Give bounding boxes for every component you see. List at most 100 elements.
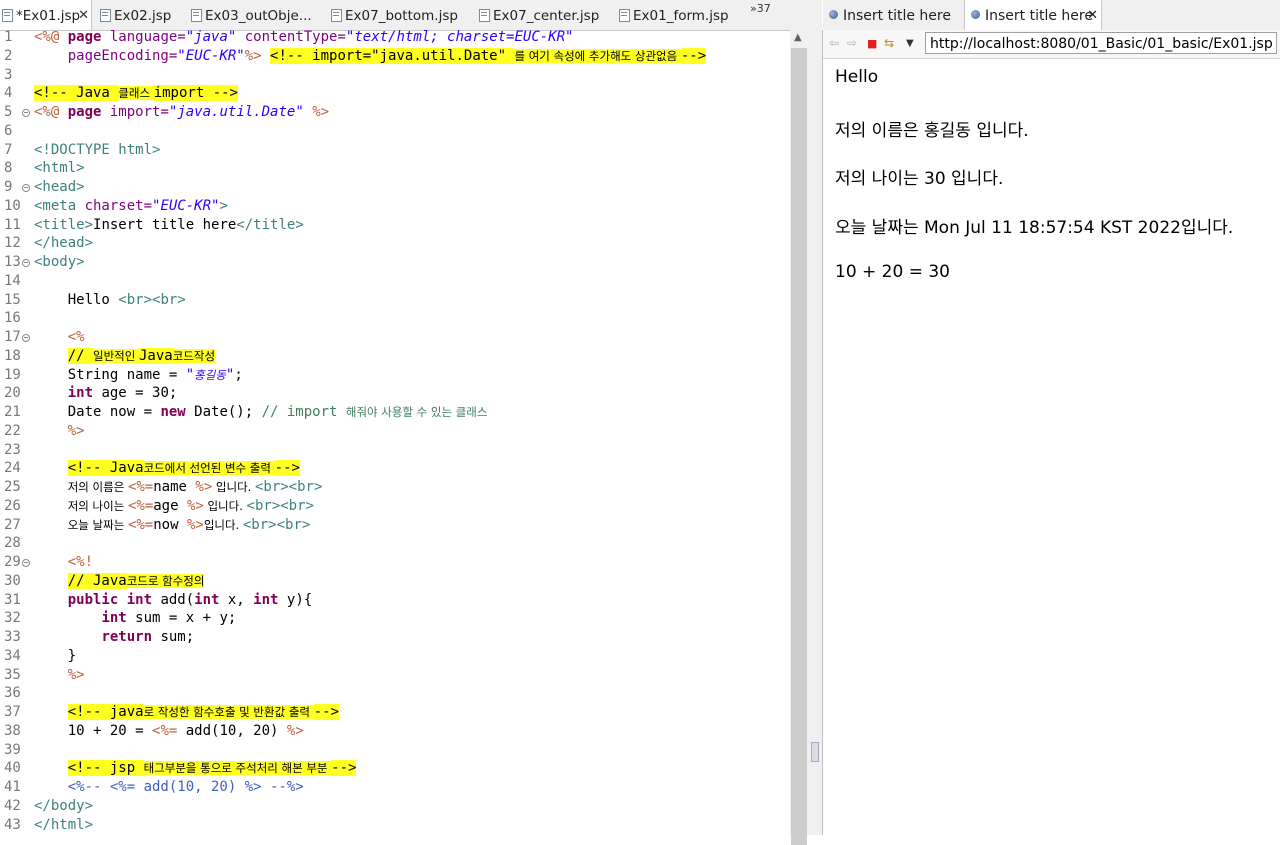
code-line[interactable]: 7 <!DOCTYPE html> — [0, 141, 790, 160]
code-token: %> — [67, 422, 85, 439]
code-line[interactable]: 6 — [0, 122, 790, 141]
line-number: 41 — [4, 779, 21, 795]
code-line[interactable]: 17 <% — [0, 328, 790, 347]
fold-toggle-icon[interactable] — [22, 184, 30, 192]
code-line[interactable]: 31 public int add(int x, int y){ — [0, 591, 790, 610]
code-line[interactable]: 15 Hello <br><br> — [0, 291, 790, 310]
code-line[interactable]: 14 — [0, 272, 790, 291]
code-line[interactable]: 18 // 일반적인 Java코드작성 — [0, 347, 790, 366]
code-line[interactable]: 43 </html> — [0, 816, 790, 835]
code-text: 오늘 날짜는 <%=now %>입니다. <br><br> — [34, 516, 311, 535]
code-line[interactable]: 21 Date now = new Date(); // import 해줘야 … — [0, 403, 790, 422]
code-line[interactable]: 9 <head> — [0, 178, 790, 197]
jsp-file-icon — [479, 9, 490, 22]
tab-label: Ex01_form.jsp — [633, 8, 729, 24]
line-number: 23 — [4, 441, 21, 458]
code-line[interactable]: 38 10 + 20 = <%= add(10, 20) %> — [0, 722, 790, 741]
browser-tab-2[interactable]: Insert title here ✕ — [964, 0, 1102, 30]
fold-toggle-icon[interactable] — [22, 559, 30, 567]
code-line[interactable]: 34 } — [0, 647, 790, 666]
code-line[interactable]: 28 — [0, 534, 790, 553]
code-line[interactable]: 20 int age = 30; — [0, 384, 790, 403]
stop-icon[interactable]: ■ — [867, 35, 877, 53]
code-token: import= — [109, 104, 169, 120]
tab-overflow-button[interactable]: »37 — [750, 2, 771, 15]
code-line[interactable]: 35 %> — [0, 666, 790, 685]
code-line[interactable]: 13 <body> — [0, 253, 790, 272]
url-field[interactable]: http://localhost:8080/01_Basic/01_basic/… — [925, 32, 1277, 54]
code-text: return sum; — [34, 628, 194, 647]
forward-arrow-icon[interactable]: ⇨ — [847, 34, 857, 52]
code-line[interactable]: 30 // Java코드로 함수정의 — [0, 572, 790, 591]
scroll-up-arrow-icon[interactable]: ▲ — [794, 32, 802, 43]
tab-ex07-bottom[interactable]: Ex07_bottom.jsp — [329, 0, 458, 30]
code-line[interactable]: 22 %> — [0, 422, 790, 441]
code-line[interactable]: 19 String name = "홍길동"; — [0, 366, 790, 385]
fold-toggle-icon[interactable] — [22, 109, 30, 117]
code-line[interactable]: 1 <%@ page language="java" contentType="t… — [0, 28, 790, 47]
line-number: 21 — [4, 404, 21, 420]
code-line[interactable]: 36 — [0, 684, 790, 703]
code-editor[interactable]: *Ex01.jsp ✕ Ex02.jsp Ex03_outObje... Ex0… — [0, 0, 823, 845]
code-line[interactable]: 25 저의 이름은 <%=name %> 입니다. <br><br> — [0, 478, 790, 497]
code-token: 코드작성 — [172, 348, 216, 363]
code-line[interactable]: 40 <!-- jsp 태그부분을 통으로 주석처리 해본 부분 --> — [0, 759, 790, 778]
code-line[interactable]: 8 <html> — [0, 159, 790, 178]
code-line[interactable]: 5 <%@ page import="java.util.Date" %> — [0, 103, 790, 122]
output-sum: 10 + 20 = 30 — [835, 262, 950, 282]
code-area[interactable]: 1 <%@ page language="java" contentType="t… — [0, 28, 790, 835]
line-number: 43 — [4, 816, 21, 833]
close-tab-icon[interactable]: ✕ — [1087, 0, 1098, 32]
code-line[interactable]: 10 <meta charset="EUC-KR"> — [0, 197, 790, 216]
code-line[interactable]: 3 — [0, 66, 790, 85]
fold-toggle-icon[interactable] — [22, 334, 30, 342]
scrollbar-thumb[interactable] — [791, 48, 807, 845]
tab-ex01-form[interactable]: Ex01_form.jsp — [617, 0, 729, 30]
code-token: public int — [67, 591, 161, 608]
code-line[interactable]: 32 int sum = x + y; — [0, 609, 790, 628]
code-line[interactable]: 12 </head> — [0, 234, 790, 253]
tab-ex01-jsp[interactable]: *Ex01.jsp ✕ — [0, 0, 92, 30]
line-number: 42 — [4, 797, 21, 814]
code-text: 저의 나이는 <%=age %> 입니다. <br><br> — [34, 497, 314, 516]
code-line[interactable]: 33 return sum; — [0, 628, 790, 647]
tab-ex02-jsp[interactable]: Ex02.jsp — [98, 0, 171, 30]
code-line[interactable]: 39 — [0, 741, 790, 760]
vertical-scrollbar[interactable]: ▲ — [790, 30, 808, 845]
code-line[interactable]: 23 — [0, 441, 790, 460]
tab-ex03-outobje[interactable]: Ex03_outObje... — [189, 0, 312, 30]
code-token: sum = x + y; — [135, 610, 237, 627]
code-line[interactable]: 37 <!-- java로 작성한 함수호출 및 반환값 출력 --> — [0, 703, 790, 722]
code-line[interactable]: 11 <title>Insert title here</title> — [0, 216, 790, 235]
code-token: import --> — [153, 85, 238, 102]
line-number: 36 — [4, 685, 21, 702]
code-token: 해줘야 사용할 수 있는 클래스 — [345, 405, 488, 419]
output-date: 오늘 날짜는 Mon Jul 11 18:57:54 KST 2022입니다. — [835, 218, 1234, 238]
code-line[interactable]: 4 <!-- Java 클래스 import --> — [0, 84, 790, 103]
code-line[interactable]: 42 </body> — [0, 797, 790, 816]
fold-toggle-icon[interactable] — [22, 259, 30, 267]
refresh-icon[interactable]: ⇆ — [884, 34, 894, 52]
code-line[interactable]: 26 저의 나이는 <%=age %> 입니다. <br><br> — [0, 497, 790, 516]
code-line[interactable]: 16 — [0, 309, 790, 328]
code-token: int — [67, 385, 102, 402]
browser-tab-1[interactable]: Insert title here — [823, 0, 963, 30]
code-line[interactable]: 41 <%-- <%= add(10, 20) %> --%> — [0, 778, 790, 797]
code-token: now — [153, 516, 187, 533]
tab-ex07-center[interactable]: Ex07_center.jsp — [477, 0, 599, 30]
code-line[interactable]: 29 <%! — [0, 553, 790, 572]
browser-tab-bar: Insert title here Insert title here ✕ — [823, 0, 1280, 31]
code-text: <head> — [34, 178, 85, 197]
code-line[interactable]: 2 pageEncoding="EUC-KR"%> <!-- import="j… — [0, 47, 790, 66]
chevron-down-icon[interactable]: ▼ — [906, 35, 914, 53]
back-arrow-icon[interactable]: ⇦ — [829, 34, 839, 52]
code-line[interactable]: 24 <!-- Java코드에서 선언된 변수 출력 --> — [0, 459, 790, 478]
code-line[interactable]: 27 오늘 날짜는 <%=now %>입니다. <br><br> — [0, 516, 790, 535]
